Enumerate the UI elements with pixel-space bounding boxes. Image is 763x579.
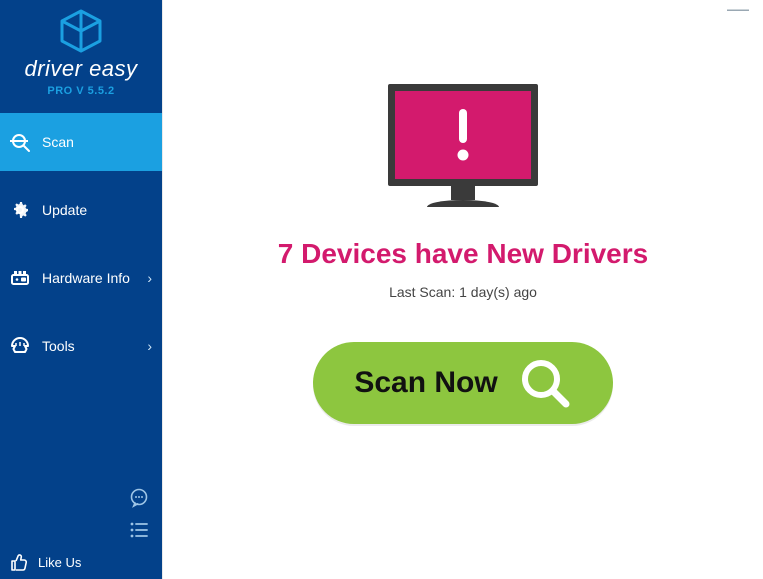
gear-icon xyxy=(8,198,32,222)
thumbs-up-icon xyxy=(8,551,30,573)
brand-name: driver easy xyxy=(0,56,162,82)
exclamation-icon xyxy=(448,105,478,165)
nav: Scan Update Hardware Info › Tools › xyxy=(0,113,162,385)
nav-label: Hardware Info xyxy=(42,270,130,286)
nav-item-hardware-info[interactable]: Hardware Info › xyxy=(0,249,162,307)
chevron-right-icon: › xyxy=(147,270,152,286)
nav-item-scan[interactable]: Scan xyxy=(0,113,162,171)
app-logo-icon xyxy=(56,8,106,54)
hardware-icon xyxy=(8,266,32,290)
nav-label: Tools xyxy=(42,338,75,354)
logo-block: driver easy PRO V 5.5.2 xyxy=(0,0,162,107)
status-headline: 7 Devices have New Drivers xyxy=(163,238,763,270)
scan-icon xyxy=(8,130,32,154)
minimize-button[interactable]: — xyxy=(727,4,749,14)
scan-now-label: Scan Now xyxy=(354,366,497,400)
sidebar: driver easy PRO V 5.5.2 Scan Update Hard… xyxy=(0,0,162,579)
alert-monitor-graphic xyxy=(163,84,763,210)
version-label: PRO V 5.5.2 xyxy=(0,85,162,97)
nav-item-tools[interactable]: Tools › xyxy=(0,317,162,375)
scan-now-button[interactable]: Scan Now xyxy=(313,342,613,424)
search-icon xyxy=(518,356,572,410)
sidebar-bottom: Like Us xyxy=(0,487,162,579)
menu-list-icon[interactable] xyxy=(128,519,150,541)
nav-label: Scan xyxy=(42,134,74,150)
feedback-icon[interactable] xyxy=(128,487,150,509)
chevron-right-icon: › xyxy=(147,338,152,354)
tools-icon xyxy=(8,334,32,358)
last-scan-text: Last Scan: 1 day(s) ago xyxy=(163,284,763,300)
like-us-button[interactable]: Like Us xyxy=(0,547,162,575)
nav-label: Update xyxy=(42,202,87,218)
nav-item-update[interactable]: Update xyxy=(0,181,162,239)
main-panel: — 7 Devices have New Drivers Last Scan: … xyxy=(162,0,763,579)
like-us-label: Like Us xyxy=(38,555,81,570)
